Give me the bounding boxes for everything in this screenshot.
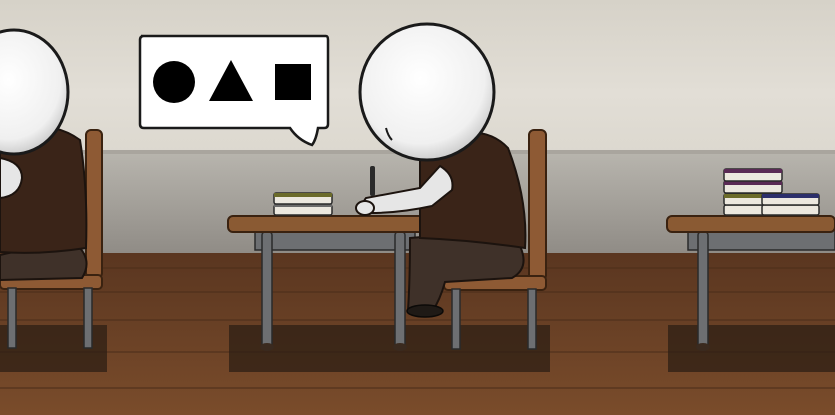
- shadow-right: [668, 325, 835, 372]
- circle-shape: [153, 61, 195, 103]
- speech-bubble: [138, 34, 330, 147]
- pencil: [370, 166, 375, 196]
- classroom-scene: [0, 0, 835, 415]
- center-student-head: [358, 22, 496, 162]
- square-shape: [275, 64, 311, 100]
- shadow-center: [229, 325, 550, 372]
- center-books: [273, 192, 333, 216]
